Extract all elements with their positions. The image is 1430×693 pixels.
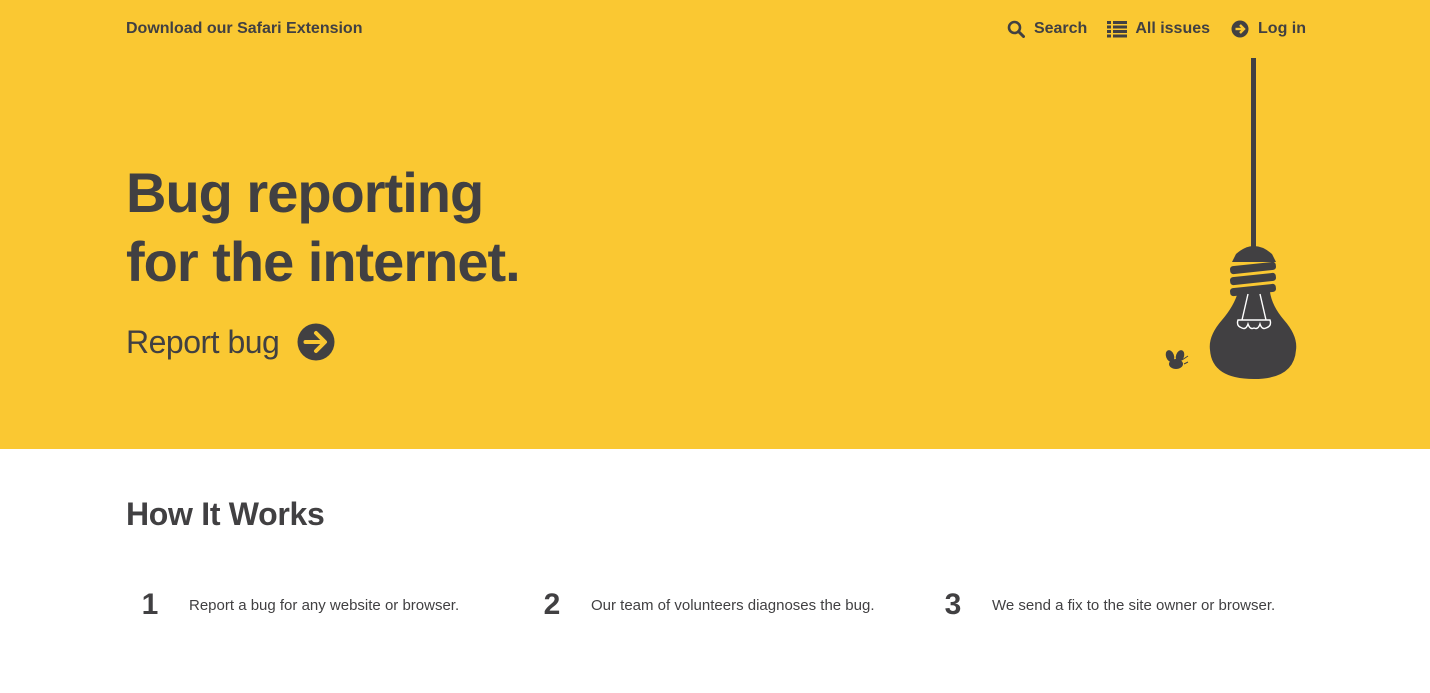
hero-section: Download our Safari Extension Search All… — [0, 0, 1430, 449]
nav-all-issues[interactable]: All issues — [1107, 19, 1210, 39]
list-icon — [1107, 19, 1128, 39]
hero-title: Bug reporting for the internet. — [126, 158, 521, 296]
step-text: We send a fix to the site owner or brows… — [992, 596, 1276, 614]
step-number: 3 — [944, 588, 962, 621]
step-text: Our team of volunteers diagnoses the bug… — [591, 596, 875, 614]
step-number: 1 — [141, 588, 159, 621]
step-text: Report a bug for any website or browser. — [189, 596, 460, 614]
nav-all-issues-label: All issues — [1135, 20, 1211, 37]
nav-log-in[interactable]: Log in — [1230, 19, 1306, 39]
lightbulb-illustration — [1165, 58, 1297, 379]
nav-search-label: Search — [1033, 20, 1088, 37]
report-bug-button[interactable]: Report bug — [126, 323, 335, 361]
step-item-1: 1 Report a bug for any website or browse… — [133, 585, 459, 625]
step-number: 2 — [543, 588, 561, 621]
step-item-3: 3 We send a fix to the site owner or bro… — [936, 585, 1276, 625]
report-bug-label: Report bug — [126, 323, 280, 360]
top-nav: Search All issues Log in — [986, 19, 1306, 39]
how-it-works-heading: How It Works — [126, 496, 325, 532]
safari-extension-link[interactable]: Download our Safari Extension — [126, 20, 362, 38]
arrow-circle-right-icon — [1230, 19, 1250, 39]
nav-search[interactable]: Search — [1006, 19, 1087, 39]
arrow-circle-right-icon — [297, 323, 335, 361]
search-icon — [1006, 19, 1026, 39]
steps-list: 1 Report a bug for any website or browse… — [126, 585, 1306, 625]
bee-icon — [1165, 350, 1189, 369]
hero-title-line-2: for the internet. — [126, 230, 521, 293]
top-bar: Download our Safari Extension Search All… — [126, 17, 1306, 41]
nav-log-in-label: Log in — [1258, 20, 1306, 37]
step-item-2: 2 Our team of volunteers diagnoses the b… — [535, 585, 875, 625]
hero-title-line-1: Bug reporting — [126, 161, 484, 224]
